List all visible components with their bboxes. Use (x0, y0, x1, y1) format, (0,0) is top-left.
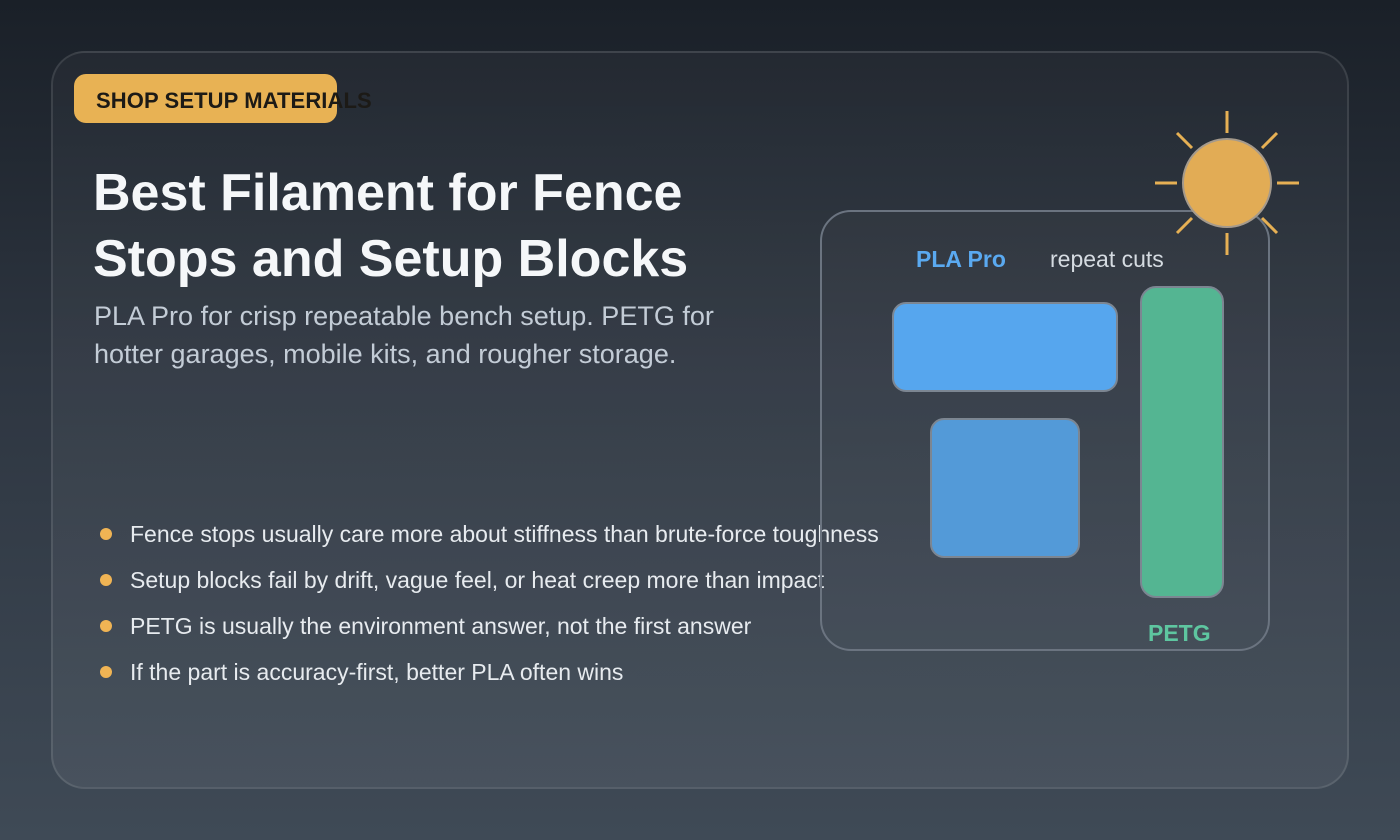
bullet-dot-icon (100, 620, 112, 632)
bullet-list: Fence stops usually care more about stif… (98, 512, 879, 696)
list-item: If the part is accuracy-first, better PL… (98, 650, 879, 696)
bullet-text: PETG is usually the environment answer, … (130, 613, 752, 639)
page-subtitle: PLA Pro for crisp repeatable bench setup… (94, 301, 714, 369)
petg-label: PETG (1148, 620, 1211, 646)
bullet-text: Fence stops usually care more about stif… (130, 521, 879, 547)
petg-block-tall (1140, 286, 1224, 598)
list-item: PETG is usually the environment answer, … (98, 604, 879, 650)
bullet-text: Setup blocks fail by drift, vague feel, … (130, 567, 825, 593)
bullet-text: If the part is accuracy-first, better PL… (130, 659, 624, 685)
pla-block-wide (892, 302, 1118, 392)
pla-pro-label: PLA Pro (916, 246, 1006, 272)
list-item: Setup blocks fail by drift, vague feel, … (98, 558, 879, 604)
page-title: Best Filament for Fence Stops and Setup … (93, 164, 689, 288)
category-badge-label: SHOP SETUP MATERIALS (96, 88, 372, 113)
pla-block-square (930, 418, 1080, 558)
bullet-dot-icon (100, 528, 112, 540)
bullet-dot-icon (100, 574, 112, 586)
list-item: Fence stops usually care more about stif… (98, 512, 879, 558)
bullet-dot-icon (100, 666, 112, 678)
repeat-cuts-label: repeat cuts (1050, 246, 1164, 272)
